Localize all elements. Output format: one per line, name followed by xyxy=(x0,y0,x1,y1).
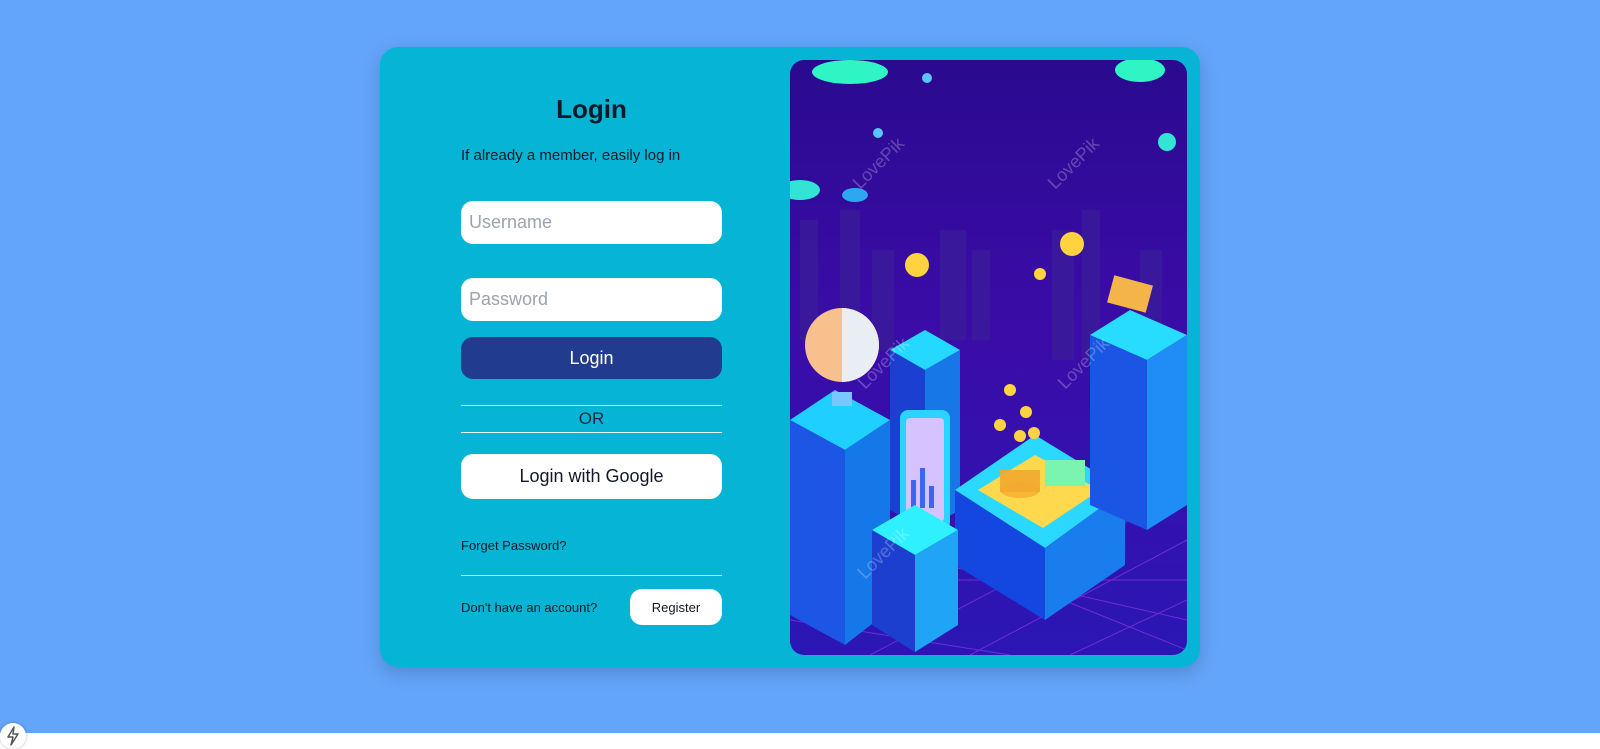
forget-password-link[interactable]: Forget Password? xyxy=(461,538,567,553)
or-divider: OR xyxy=(461,405,722,433)
password-input[interactable] xyxy=(461,278,722,321)
google-login-button[interactable]: Login with Google xyxy=(461,454,722,499)
illustration-image: LovePik LovePik LovePik LovePik LovePik xyxy=(790,60,1187,655)
or-text: OR xyxy=(578,409,605,428)
lightning-badge[interactable] xyxy=(0,723,26,749)
login-button[interactable]: Login xyxy=(461,337,722,379)
isometric-city-illustration: LovePik LovePik LovePik LovePik LovePik xyxy=(790,60,1187,655)
blob-top-left xyxy=(812,60,888,84)
svg-text:LovePik: LovePik xyxy=(849,133,909,193)
blob-top-right xyxy=(1115,60,1165,82)
lightning-icon xyxy=(7,726,19,746)
login-form: Login If already a member, easily log in… xyxy=(461,47,722,667)
front-tower xyxy=(872,505,958,652)
right-tower xyxy=(1090,275,1187,530)
dot-top xyxy=(922,73,932,83)
login-card: Login If already a member, easily log in… xyxy=(380,47,1200,667)
dot-small xyxy=(873,128,883,138)
blob-left xyxy=(790,180,820,200)
username-input[interactable] xyxy=(461,201,722,244)
dot-right xyxy=(1158,133,1176,151)
no-account-text: Don't have an account? xyxy=(461,600,598,615)
page-title: Login xyxy=(556,94,627,124)
footer-divider xyxy=(461,575,722,576)
register-button[interactable]: Register xyxy=(630,589,722,625)
login-subtitle: If already a member, easily log in xyxy=(461,147,681,164)
svg-text:LovePik: LovePik xyxy=(1044,133,1104,193)
